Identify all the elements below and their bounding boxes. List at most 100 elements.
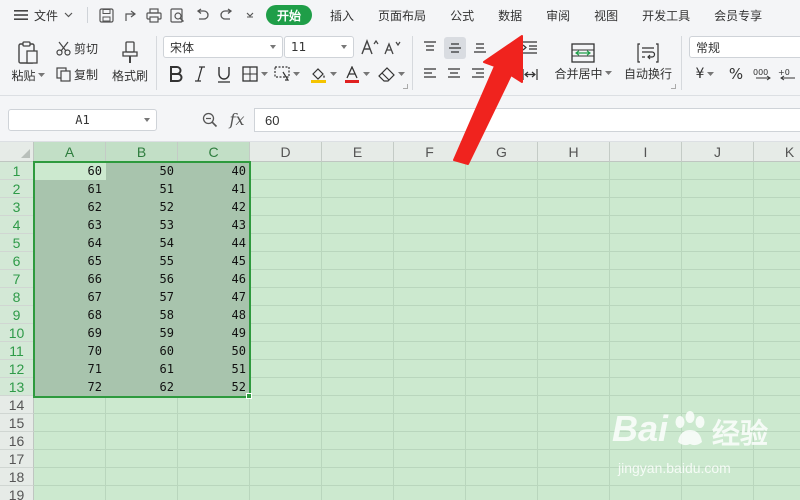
paste-label: 粘贴 (11, 68, 36, 83)
merge-center-button[interactable]: 合并居中 (550, 36, 616, 88)
row-header-5[interactable]: 5 (0, 234, 34, 252)
row-header-10[interactable]: 10 (0, 324, 34, 342)
increase-decimal-button[interactable]: +0 (778, 64, 800, 84)
watermark-url: jingyan.baidu.com (618, 460, 731, 476)
print-preview-icon[interactable] (166, 3, 190, 27)
row-header-6[interactable]: 6 (0, 252, 34, 270)
fill-handle[interactable] (246, 393, 252, 399)
column-header-b[interactable]: B (106, 142, 178, 162)
tab-home[interactable]: 开始 (266, 5, 313, 25)
font-name-value: 宋体 (170, 40, 195, 55)
align-top-button[interactable] (420, 37, 440, 57)
merge-cells-icon (571, 42, 595, 63)
row-header-1[interactable]: 1 (0, 162, 34, 180)
file-menu[interactable]: 文件 (0, 0, 81, 30)
cut-label: 剪切 (74, 41, 99, 56)
column-header-j[interactable]: J (682, 142, 754, 162)
font-dialog-launcher[interactable] (403, 84, 408, 89)
row-header-12[interactable]: 12 (0, 360, 34, 378)
fill-color-button[interactable] (308, 64, 338, 84)
tab-member[interactable]: 会员专享 (702, 0, 774, 30)
column-header-e[interactable]: E (322, 142, 394, 162)
font-color-button[interactable] (342, 64, 372, 84)
menu-separator (87, 7, 89, 23)
wrap-text-icon (637, 42, 659, 63)
row-header-17[interactable]: 17 (0, 450, 34, 468)
cut-button[interactable]: 剪切 (56, 38, 98, 58)
font-size-select[interactable]: 11 (284, 36, 354, 58)
currency-symbol: ¥ (695, 66, 705, 82)
insert-function-button[interactable]: fx (226, 108, 248, 130)
ribbon-separator (412, 36, 413, 90)
number-format-select[interactable]: 常规 (689, 36, 800, 58)
selection-border (33, 161, 251, 398)
row-header-2[interactable]: 2 (0, 180, 34, 198)
print-icon[interactable] (142, 3, 166, 27)
row-header-3[interactable]: 3 (0, 198, 34, 216)
column-header-k[interactable]: K (754, 142, 800, 162)
name-box[interactable]: A1 (8, 109, 157, 131)
row-header-15[interactable]: 15 (0, 414, 34, 432)
font-decrease-icon (384, 41, 401, 55)
format-painter-button[interactable]: 格式刷 (108, 36, 152, 88)
watermark-brand-suffix: 经验 (712, 418, 769, 449)
row-header-19[interactable]: 19 (0, 486, 34, 500)
tab-page-layout[interactable]: 页面布局 (366, 0, 438, 30)
borders-button[interactable] (240, 64, 270, 84)
tab-developer[interactable]: 开发工具 (630, 0, 702, 30)
wrap-text-button[interactable]: 自动换行 (620, 36, 676, 88)
row-header-4[interactable]: 4 (0, 216, 34, 234)
chevron-down-icon (37, 72, 45, 77)
tab-insert[interactable]: 插入 (318, 0, 366, 30)
alignment-dialog-launcher[interactable] (671, 84, 676, 89)
currency-button[interactable]: ¥ (692, 64, 718, 84)
export-icon[interactable] (118, 3, 142, 27)
align-left-button[interactable] (420, 64, 440, 84)
increase-font-size-button[interactable] (360, 37, 380, 57)
row-header-8[interactable]: 8 (0, 288, 34, 306)
row-header-13[interactable]: 13 (0, 378, 34, 396)
clear-format-button[interactable] (376, 64, 406, 84)
format-painter-label: 格式刷 (111, 68, 148, 83)
number-format-value: 常规 (696, 40, 721, 55)
column-header-c[interactable]: C (178, 142, 250, 162)
magnifier-icon (202, 112, 218, 128)
font-name-select[interactable]: 宋体 (163, 36, 283, 58)
paw-logo-icon (675, 411, 705, 446)
bold-button[interactable] (166, 64, 186, 84)
decrease-font-size-button[interactable] (383, 37, 403, 57)
column-header-i[interactable]: I (610, 142, 682, 162)
column-header-a[interactable]: A (34, 142, 106, 162)
ribbon-toolbar: 粘贴 剪切 复制 格式刷 宋体 11 合并居中 自动换行 常规 ¥ % 000 … (0, 30, 800, 96)
hamburger-icon (14, 10, 28, 20)
redo-icon[interactable] (214, 3, 238, 27)
zoom-formula-button[interactable] (200, 110, 220, 130)
quick-access-more-icon[interactable] (238, 3, 262, 27)
copy-label: 复制 (74, 67, 99, 82)
copy-button[interactable]: 复制 (56, 64, 98, 84)
paste-button[interactable]: 粘贴 (8, 36, 48, 88)
row-header-9[interactable]: 9 (0, 306, 34, 324)
row-header-18[interactable]: 18 (0, 468, 34, 486)
thousands-separator-button[interactable]: 000 (752, 64, 774, 84)
percent-button[interactable]: % (726, 64, 746, 84)
svg-text:+0: +0 (778, 68, 790, 77)
merge-center-label: 合并居中 (554, 66, 603, 81)
column-header-d[interactable]: D (250, 142, 322, 162)
undo-icon[interactable] (190, 3, 214, 27)
cell-style-button[interactable] (272, 64, 302, 84)
row-header-16[interactable]: 16 (0, 432, 34, 450)
svg-text:000: 000 (753, 68, 768, 77)
name-box-value: A1 (75, 113, 90, 127)
tab-view[interactable]: 视图 (582, 0, 630, 30)
italic-button[interactable] (190, 64, 210, 84)
eraser-icon (377, 66, 395, 82)
underline-icon (218, 66, 230, 83)
row-header-14[interactable]: 14 (0, 396, 34, 414)
row-header-11[interactable]: 11 (0, 342, 34, 360)
row-header-7[interactable]: 7 (0, 270, 34, 288)
save-icon[interactable] (94, 3, 118, 27)
select-all-corner[interactable] (0, 142, 34, 162)
cell-style-icon (274, 66, 290, 81)
underline-button[interactable] (214, 64, 234, 84)
